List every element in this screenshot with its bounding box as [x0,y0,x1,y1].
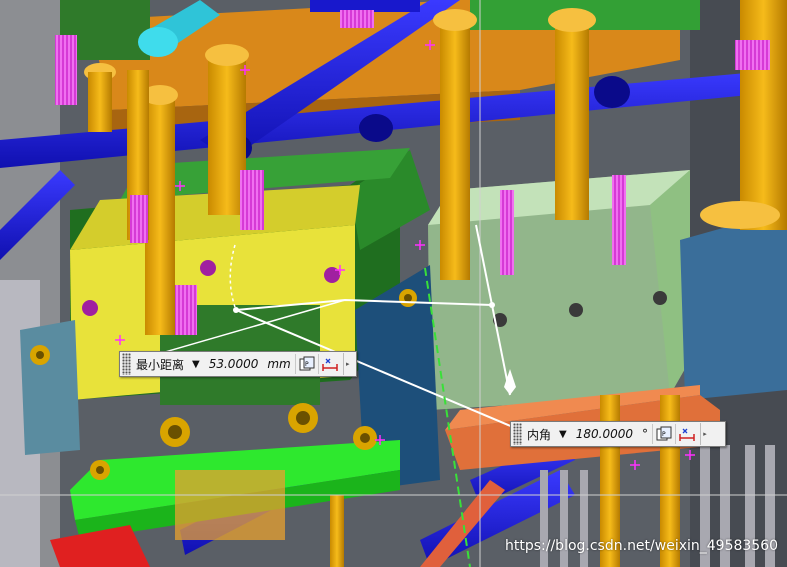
dimension-label: 内角 [527,427,552,442]
svg-text:P: P [305,361,309,368]
cad-3d-viewport[interactable] [0,0,787,567]
flip-dimension-icon[interactable] [674,424,698,444]
triangle-down-icon[interactable]: ▼ [555,429,571,440]
collapse-handle[interactable]: ▸ [699,423,709,445]
drag-grip-icon[interactable] [122,353,131,375]
flip-dimension-icon[interactable] [317,354,341,374]
dimension-label: 最小距离 [136,357,185,372]
minimum-distance-dimension[interactable]: 最小距离 ▼ 53.0000 mm P ▸ [119,351,357,377]
collapse-handle[interactable]: ▸ [342,353,352,375]
watermark: https://blog.csdn.net/weixin_49583560 [505,538,779,554]
dimension-unit: ° [641,427,648,441]
properties-icon[interactable]: P [294,354,318,374]
svg-text:P: P [662,431,666,438]
drag-grip-icon[interactable] [513,423,522,445]
triangle-down-icon[interactable]: ▼ [188,359,204,370]
inner-angle-dimension[interactable]: 内角 ▼ 180.0000 ° P ▸ [510,421,726,447]
properties-icon[interactable]: P [651,424,675,444]
dimension-unit: mm [267,357,291,371]
dimension-value[interactable]: 53.0000 [204,357,264,371]
dimension-value[interactable]: 180.0000 [571,427,638,441]
